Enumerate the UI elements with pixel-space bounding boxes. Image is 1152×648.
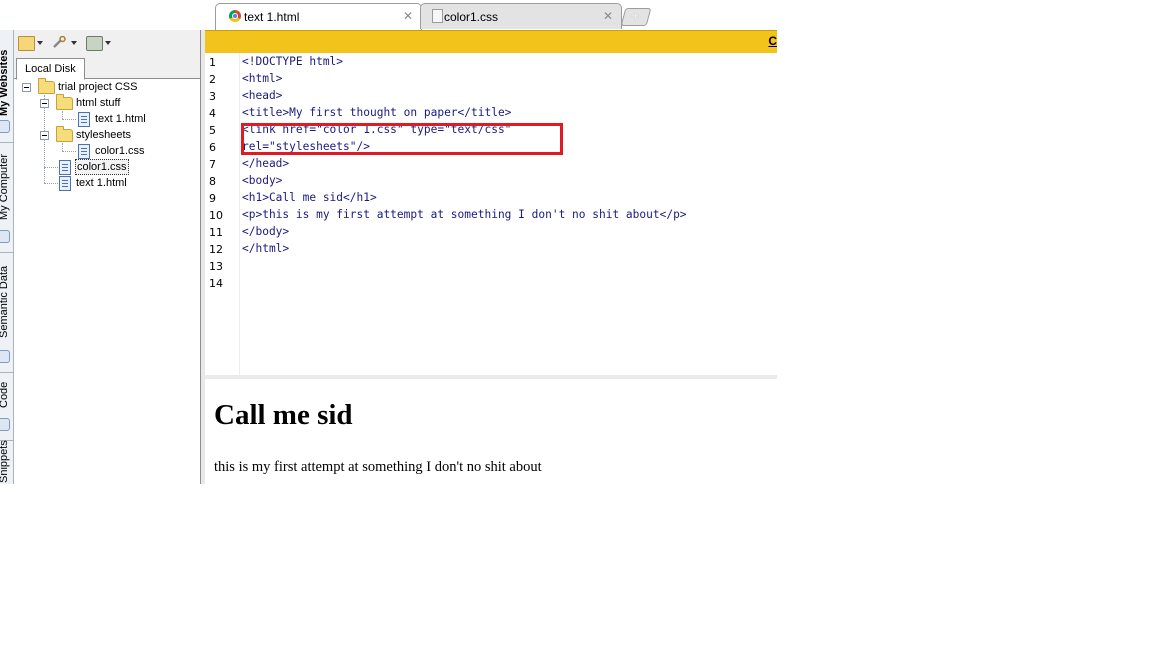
tab-label: color1.css xyxy=(444,10,499,24)
preview-heading: Call me sid xyxy=(214,399,353,431)
line-number: 13 xyxy=(209,260,223,273)
line-number: 11 xyxy=(209,226,223,239)
tree-item-folder[interactable]: html stuff xyxy=(14,94,200,111)
open-folder-icon xyxy=(18,36,35,51)
line-number: 6 xyxy=(209,141,216,154)
preview-paragraph: this is my first attempt at something I … xyxy=(214,459,542,475)
semantic-data-icon xyxy=(0,350,10,363)
tree-item-label: color1.css xyxy=(95,145,145,157)
chevron-down-icon xyxy=(37,41,43,45)
document-tab-bar: text 1.html ✕ color1.css ✕ + xyxy=(205,0,777,30)
tab-text-1-html[interactable]: text 1.html ✕ xyxy=(215,3,422,30)
tab-label: text 1.html xyxy=(244,10,300,24)
side-tab-my-computer[interactable]: My Computer xyxy=(0,154,10,220)
tree-item-label: stylesheets xyxy=(76,129,132,141)
tree-item-file[interactable]: color1.css xyxy=(14,143,200,159)
highlight-annotation-box xyxy=(241,123,563,155)
site-settings-icon xyxy=(86,36,103,51)
info-bar: C xyxy=(205,30,777,53)
code-line: </body> xyxy=(242,225,290,238)
collapse-icon[interactable] xyxy=(22,83,31,92)
side-tab-divider xyxy=(0,252,13,253)
chevron-down-icon xyxy=(105,41,111,45)
line-number-gutter: 1 2 3 4 5 6 7 8 9 10 11 12 13 14 xyxy=(205,53,240,375)
close-icon[interactable]: ✕ xyxy=(603,9,613,23)
css-file-icon xyxy=(59,160,71,175)
editor-app-window: My Websites My Computer Semantic Data Co… xyxy=(0,0,777,484)
line-number: 12 xyxy=(209,243,223,256)
folder-icon xyxy=(56,126,73,142)
close-icon[interactable]: ✕ xyxy=(403,9,413,23)
info-bar-link[interactable]: C xyxy=(768,34,777,48)
tools-icon xyxy=(53,36,66,48)
file-tree: trial project CSS html stuff text 1.html… xyxy=(14,78,200,479)
tree-item-file[interactable]: text 1.html xyxy=(14,175,200,191)
live-preview-pane: Call me sid this is my first attempt at … xyxy=(205,379,777,484)
code-line: <title>My first thought on paper</title> xyxy=(242,106,512,119)
line-number: 9 xyxy=(209,192,216,205)
chrome-icon xyxy=(229,10,241,22)
tree-item-label: color1.css xyxy=(75,159,129,175)
side-tab-divider xyxy=(0,372,13,373)
code-line: <h1>Call me sid</h1> xyxy=(242,191,377,204)
line-number: 7 xyxy=(209,158,216,171)
disk-tab-strip: Local Disk xyxy=(14,56,200,80)
folder-icon xyxy=(56,94,73,110)
code-line: <p>this is my first attempt at something… xyxy=(242,208,687,221)
side-tab-my-websites[interactable]: My Websites xyxy=(0,50,10,116)
tree-item-label: trial project CSS xyxy=(58,81,138,93)
side-tab-snippets[interactable]: Snippets xyxy=(0,440,10,483)
side-tab-bar: My Websites My Computer Semantic Data Co… xyxy=(0,30,14,484)
my-websites-icon xyxy=(0,120,10,133)
code-line: </head> xyxy=(242,157,290,170)
side-tab-semantic-data[interactable]: Semantic Data xyxy=(0,266,10,338)
line-number: 4 xyxy=(209,107,216,120)
tree-item-file[interactable]: text 1.html xyxy=(14,111,200,127)
tree-item-label: html stuff xyxy=(76,97,121,109)
code-line: </html> xyxy=(242,242,290,255)
tree-item-label: text 1.html xyxy=(76,177,127,189)
css-file-icon xyxy=(432,9,443,23)
line-number: 5 xyxy=(209,124,216,137)
html-file-icon xyxy=(78,112,90,127)
file-panel-toolbar xyxy=(14,30,200,56)
side-tab-divider xyxy=(0,142,13,143)
side-tab-code[interactable]: Code xyxy=(0,382,10,408)
css-file-icon xyxy=(78,144,90,159)
tree-item-folder[interactable]: stylesheets xyxy=(14,126,200,143)
tab-local-disk[interactable]: Local Disk xyxy=(16,58,85,80)
file-panel: Local Disk trial project CSS html stuff xyxy=(14,30,201,484)
code-line: <head> xyxy=(242,89,283,102)
code-line: <html> xyxy=(242,72,283,85)
tree-item-file-selected[interactable]: color1.css xyxy=(14,159,200,175)
tree-item-label: text 1.html xyxy=(95,113,146,125)
code-line: <!DOCTYPE html> xyxy=(242,55,344,68)
line-number: 8 xyxy=(209,175,216,188)
html-file-icon xyxy=(59,176,71,191)
code-line: <body> xyxy=(242,174,283,187)
folder-icon xyxy=(38,78,55,94)
line-number: 1 xyxy=(209,56,216,69)
line-number: 2 xyxy=(209,73,216,86)
line-number: 3 xyxy=(209,90,216,103)
my-computer-icon xyxy=(0,230,10,243)
code-icon xyxy=(0,418,10,431)
new-tab-button[interactable]: + xyxy=(620,8,652,26)
collapse-icon[interactable] xyxy=(40,99,49,108)
code-editor[interactable]: 1 2 3 4 5 6 7 8 9 10 11 12 13 14 <!DOCTY… xyxy=(205,53,777,375)
line-number: 10 xyxy=(209,209,223,222)
tab-color1-css[interactable]: color1.css ✕ xyxy=(420,3,622,29)
line-number: 14 xyxy=(209,277,223,290)
tree-item-folder[interactable]: trial project CSS xyxy=(14,78,200,95)
chevron-down-icon xyxy=(71,41,77,45)
collapse-icon[interactable] xyxy=(40,131,49,140)
plus-icon: + xyxy=(631,8,639,23)
